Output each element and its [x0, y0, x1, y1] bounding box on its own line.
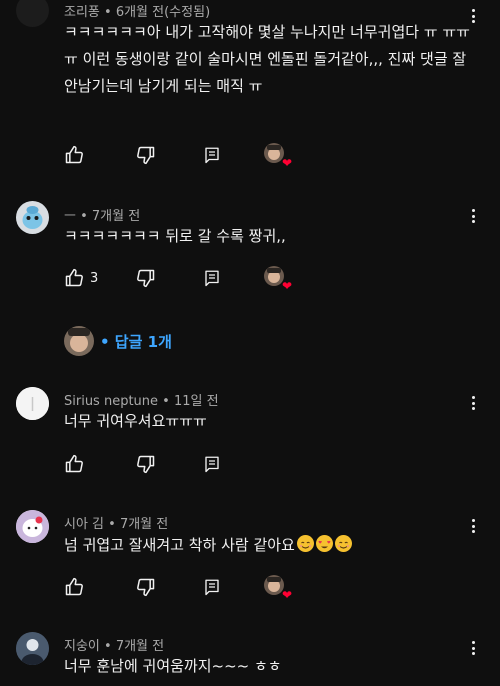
comment-text: ㅋㅋㅋㅋㅋㅋㅋ 뒤로 갈 수록 짱귀,,	[64, 227, 286, 245]
reply-icon	[205, 456, 219, 473]
comment-author[interactable]: ㅡ	[64, 209, 76, 224]
comment-text: ㅋㅋㅋㅋㅋㅋ아 내가 고작해야 몇살 누나지만 너무귀엽다 ㅠ ㅠㅠㅠ 이런 동…	[64, 23, 470, 95]
reply-button[interactable]	[203, 266, 221, 290]
thumb-down-icon	[137, 146, 155, 165]
avatar[interactable]	[16, 632, 49, 665]
comment-time[interactable]: 7개월 전	[92, 209, 140, 224]
meta-separator: •	[104, 517, 120, 532]
comment-text: 너무 귀여우셔요ㅠㅠㅠ	[64, 412, 207, 430]
comment-actions: ❤	[64, 575, 304, 601]
comment-meta: 시아 김 • 7개월 전	[64, 513, 168, 532]
replies-label: • 답글 1개	[100, 332, 172, 351]
creator-heart-icon: ❤	[281, 588, 292, 602]
comment-time[interactable]: 7개월 전	[116, 639, 164, 654]
like-button[interactable]: 3	[64, 266, 98, 290]
comment-author[interactable]: 시아 김	[64, 517, 104, 532]
reply-icon	[205, 579, 219, 596]
view-replies-button[interactable]: • 답글 1개	[64, 325, 172, 357]
meta-separator: •	[75, 209, 92, 224]
smiling-face-emoji	[296, 535, 314, 552]
thumb-down-icon	[137, 455, 155, 474]
reply-icon	[205, 270, 219, 287]
creator-heart: ❤	[264, 143, 292, 169]
comment-time[interactable]: 11일 전	[174, 394, 219, 409]
comment-meta: Sirius neptune • 11일 전	[64, 390, 219, 409]
creator-avatar	[64, 326, 94, 356]
comment-actions: ❤	[64, 143, 304, 169]
avatar[interactable]	[16, 201, 49, 234]
thumb-up-icon	[65, 268, 83, 287]
meta-separator: •	[158, 394, 174, 409]
creator-heart: ❤	[264, 266, 292, 292]
creator-heart: ❤	[264, 575, 292, 601]
reply-icon	[205, 147, 219, 164]
dislike-button[interactable]	[136, 266, 156, 290]
meta-separator: •	[99, 5, 116, 20]
dislike-button[interactable]	[136, 452, 156, 476]
avatar[interactable]	[16, 0, 49, 27]
thumb-up-icon	[65, 145, 83, 164]
reply-button[interactable]	[203, 143, 221, 167]
smiling-face-emoji	[334, 535, 352, 552]
thumb-up-icon	[65, 577, 83, 596]
creator-heart-icon: ❤	[281, 156, 292, 170]
comment-meta: ㅡ • 7개월 전	[64, 205, 140, 224]
comment-author[interactable]: Sirius neptune	[64, 394, 158, 409]
comment-text: 넘 귀엽고 잘새겨고 착하 사람 같아요	[64, 536, 295, 554]
meta-separator: •	[99, 639, 116, 654]
heart-eyes-emoji	[315, 535, 333, 552]
comment-time[interactable]: 6개월 전(수정됨)	[116, 5, 210, 20]
comment-text: 너무 훈남에 귀여움까지~~~ ㅎㅎ	[64, 657, 282, 675]
like-button[interactable]	[64, 452, 90, 476]
comment-text-row: 넘 귀엽고 잘새겨고 착하 사람 같아요	[64, 532, 474, 559]
reply-button[interactable]	[203, 452, 221, 476]
thumb-down-icon	[137, 578, 155, 597]
dislike-button[interactable]	[136, 143, 156, 167]
comment-time[interactable]: 7개월 전	[120, 517, 168, 532]
reply-button[interactable]	[203, 575, 221, 599]
like-button[interactable]	[64, 575, 90, 599]
like-button[interactable]	[64, 143, 90, 167]
creator-heart-icon: ❤	[281, 279, 292, 293]
comment-actions: 3 ❤	[64, 266, 304, 292]
comment-meta: 조리퐁 • 6개월 전(수정됨)	[64, 1, 210, 20]
comment-actions	[64, 452, 304, 476]
comment-author[interactable]: 조리퐁	[64, 5, 100, 20]
thumb-down-icon	[137, 269, 155, 288]
comment-meta: 지숭이 • 7개월 전	[64, 635, 164, 654]
avatar[interactable]	[16, 510, 49, 543]
like-count: 3	[90, 270, 99, 286]
thumb-up-icon	[65, 454, 83, 473]
comment-author[interactable]: 지숭이	[64, 639, 100, 654]
dislike-button[interactable]	[136, 575, 156, 599]
avatar[interactable]	[16, 387, 49, 420]
